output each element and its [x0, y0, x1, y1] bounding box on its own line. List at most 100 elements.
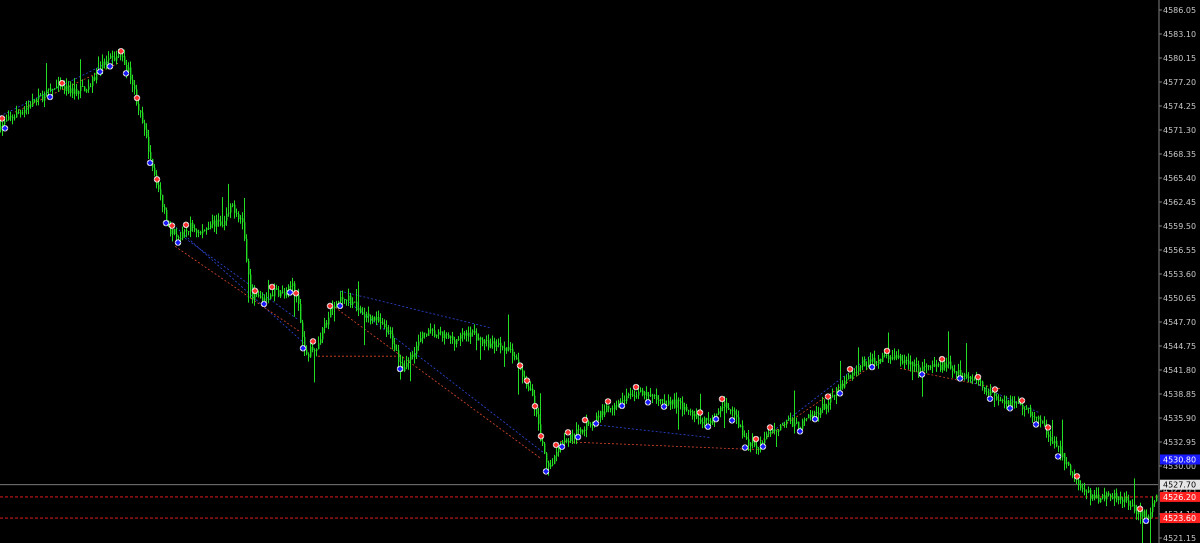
candle-body — [358, 308, 360, 310]
candle-body — [890, 357, 892, 360]
candle-body — [94, 77, 96, 81]
candle-body — [1040, 419, 1042, 421]
candle-body — [692, 411, 694, 417]
candle-body — [650, 394, 652, 397]
candle-body — [232, 204, 234, 206]
candle-body — [278, 289, 280, 297]
candle-body — [142, 112, 144, 123]
candle-body — [972, 379, 974, 381]
candle-body — [768, 432, 770, 434]
candle-body — [850, 375, 852, 379]
candle-body — [1026, 408, 1028, 410]
candle-body — [354, 301, 356, 303]
candle-body — [412, 354, 414, 357]
candle-body — [782, 423, 784, 426]
candle-body — [318, 343, 320, 350]
candle-body — [388, 330, 390, 333]
candle-body — [922, 366, 924, 372]
candle-body — [444, 334, 446, 339]
candle-body — [1028, 407, 1030, 409]
candle-body — [548, 462, 550, 467]
candle-body — [328, 317, 330, 325]
candle-body — [492, 341, 494, 344]
candle-body — [784, 423, 786, 425]
tick-label: 4565.40 — [1163, 174, 1196, 183]
price-chart[interactable]: 4586.05 4583.10 4580.15 4577.20 4574.25 4571.… — [0, 0, 1200, 543]
candle-body — [392, 333, 394, 345]
candle-body — [480, 337, 482, 340]
tick-label: 4568.35 — [1163, 150, 1196, 159]
candle-body — [726, 402, 728, 408]
candle-body — [268, 298, 270, 300]
candle-body — [108, 58, 110, 61]
candle-body — [900, 355, 902, 361]
candle-body — [160, 189, 162, 196]
candle-body — [904, 360, 906, 364]
candle-body — [26, 107, 28, 110]
candle-body — [860, 366, 862, 368]
candle-body — [876, 364, 878, 366]
candle-body — [6, 119, 8, 122]
candle-body — [658, 399, 660, 401]
candle-body — [716, 413, 718, 416]
candle-body — [928, 365, 930, 368]
candle-body — [1106, 493, 1108, 500]
candle-body — [184, 230, 186, 232]
candle-body — [114, 57, 116, 61]
candle-body — [558, 448, 560, 452]
candle-body — [280, 291, 282, 297]
candle-body — [554, 456, 556, 464]
candle-body — [196, 230, 198, 233]
tick-label: 4559.50 — [1163, 222, 1196, 231]
candle-body — [204, 230, 206, 232]
candle-body — [1132, 504, 1134, 507]
candle-body — [124, 56, 126, 66]
candle-body — [878, 358, 880, 365]
candle-body — [1004, 400, 1006, 405]
candle-body — [84, 86, 86, 92]
candle-body — [410, 354, 412, 360]
candle-body — [882, 355, 884, 362]
candle-body — [216, 219, 218, 227]
candle-body — [868, 359, 870, 366]
candle-body — [46, 90, 48, 94]
candle-body — [128, 67, 130, 72]
candle-body — [790, 418, 792, 420]
candle-body — [1118, 496, 1120, 501]
candle-body — [774, 429, 776, 431]
candle-body — [1036, 416, 1038, 418]
candle-body — [418, 341, 420, 346]
candle-body — [672, 399, 674, 405]
candle-body — [818, 412, 820, 415]
tick-label: 4535.90 — [1163, 414, 1196, 423]
candle-body — [1146, 516, 1148, 518]
candle-body — [1088, 490, 1090, 493]
candle-body — [238, 213, 240, 220]
candle-body — [988, 391, 990, 395]
candle-body — [166, 210, 168, 221]
candle-body — [762, 442, 764, 444]
candle-body — [352, 301, 354, 305]
candle-body — [792, 419, 794, 427]
candle-body — [1018, 402, 1020, 404]
candle-body — [670, 400, 672, 405]
candle-body — [424, 332, 426, 334]
candle-body — [460, 334, 462, 339]
candle-body — [360, 308, 362, 312]
candle-body — [734, 410, 736, 415]
tick-label: 4574.25 — [1163, 102, 1196, 111]
candle-body — [134, 85, 136, 90]
candle-body — [940, 364, 942, 371]
candle-body — [622, 399, 624, 402]
candle-body — [706, 418, 708, 421]
candle-body — [70, 88, 72, 94]
candle-body — [980, 381, 982, 383]
candle-body — [250, 274, 252, 292]
candle-body — [728, 407, 730, 410]
candle-body — [872, 357, 874, 362]
candle-body — [112, 56, 114, 58]
candle-body — [944, 362, 946, 368]
candle-body — [898, 355, 900, 358]
candle-body — [1130, 505, 1132, 507]
candle-body — [262, 297, 264, 301]
